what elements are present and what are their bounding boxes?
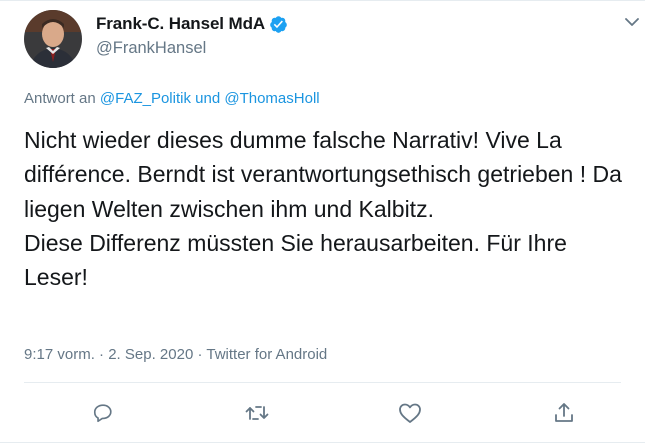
like-icon[interactable]	[397, 400, 423, 426]
meta-separator: ·	[99, 346, 105, 363]
tweet-meta: 9:17 vorm. · 2. Sep. 2020 · Twitter for …	[24, 346, 327, 363]
author-name-row[interactable]: Frank-C. Hansel MdA	[96, 14, 288, 34]
author-handle[interactable]: @FrankHansel	[96, 39, 206, 58]
top-border	[0, 0, 645, 1]
tweet-text: Nicht wieder dieses dumme falsche Narrat…	[24, 127, 622, 291]
tweet-source[interactable]: Twitter for Android	[206, 346, 327, 363]
mention-link-faz[interactable]: @FAZ_Politik	[100, 90, 191, 107]
reply-prefix: Antwort an	[24, 90, 96, 107]
display-name[interactable]: Frank-C. Hansel MdA	[96, 14, 265, 34]
verified-badge-icon	[269, 15, 288, 34]
action-divider	[24, 382, 621, 383]
share-icon[interactable]	[551, 400, 577, 426]
avatar[interactable]	[24, 10, 82, 68]
avatar-image	[24, 10, 82, 68]
meta-separator: ·	[197, 346, 203, 363]
reply-context: Antwort an @FAZ_Politik und @ThomasHoll	[24, 90, 320, 107]
reply-conjunction[interactable]: und	[195, 90, 220, 107]
tweet-card: Frank-C. Hansel MdA @FrankHansel Antwort…	[0, 0, 645, 443]
retweet-icon[interactable]	[244, 400, 270, 426]
reply-icon[interactable]	[90, 400, 116, 426]
chevron-down-icon[interactable]	[622, 12, 642, 32]
mention-link-thomasholl[interactable]: @ThomasHoll	[224, 90, 319, 107]
tweet-date[interactable]: 2. Sep. 2020	[108, 346, 193, 363]
tweet-time[interactable]: 9:17 vorm.	[24, 346, 95, 363]
